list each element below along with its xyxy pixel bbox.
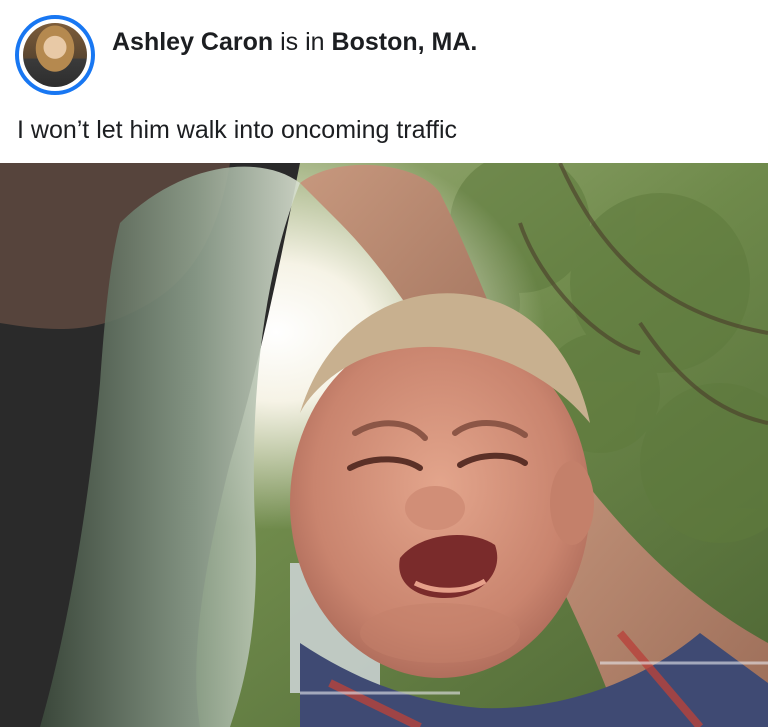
avatar-photo xyxy=(23,23,87,87)
photo-illustration xyxy=(0,163,768,727)
post-caption: I won’t let him walk into oncoming traff… xyxy=(17,116,458,144)
location-link[interactable]: Boston, MA. xyxy=(332,28,478,56)
post-photo[interactable] xyxy=(0,163,768,727)
connector-text: is in xyxy=(280,28,325,56)
post-card: Ashley Caron is in Boston, MA. I won’t l… xyxy=(0,0,768,727)
author-name-link[interactable]: Ashley Caron xyxy=(112,28,273,56)
post-header: Ashley Caron is in Boston, MA. xyxy=(0,0,768,100)
post-headline: Ashley Caron is in Boston, MA. xyxy=(112,26,477,58)
author-avatar[interactable] xyxy=(15,15,95,95)
